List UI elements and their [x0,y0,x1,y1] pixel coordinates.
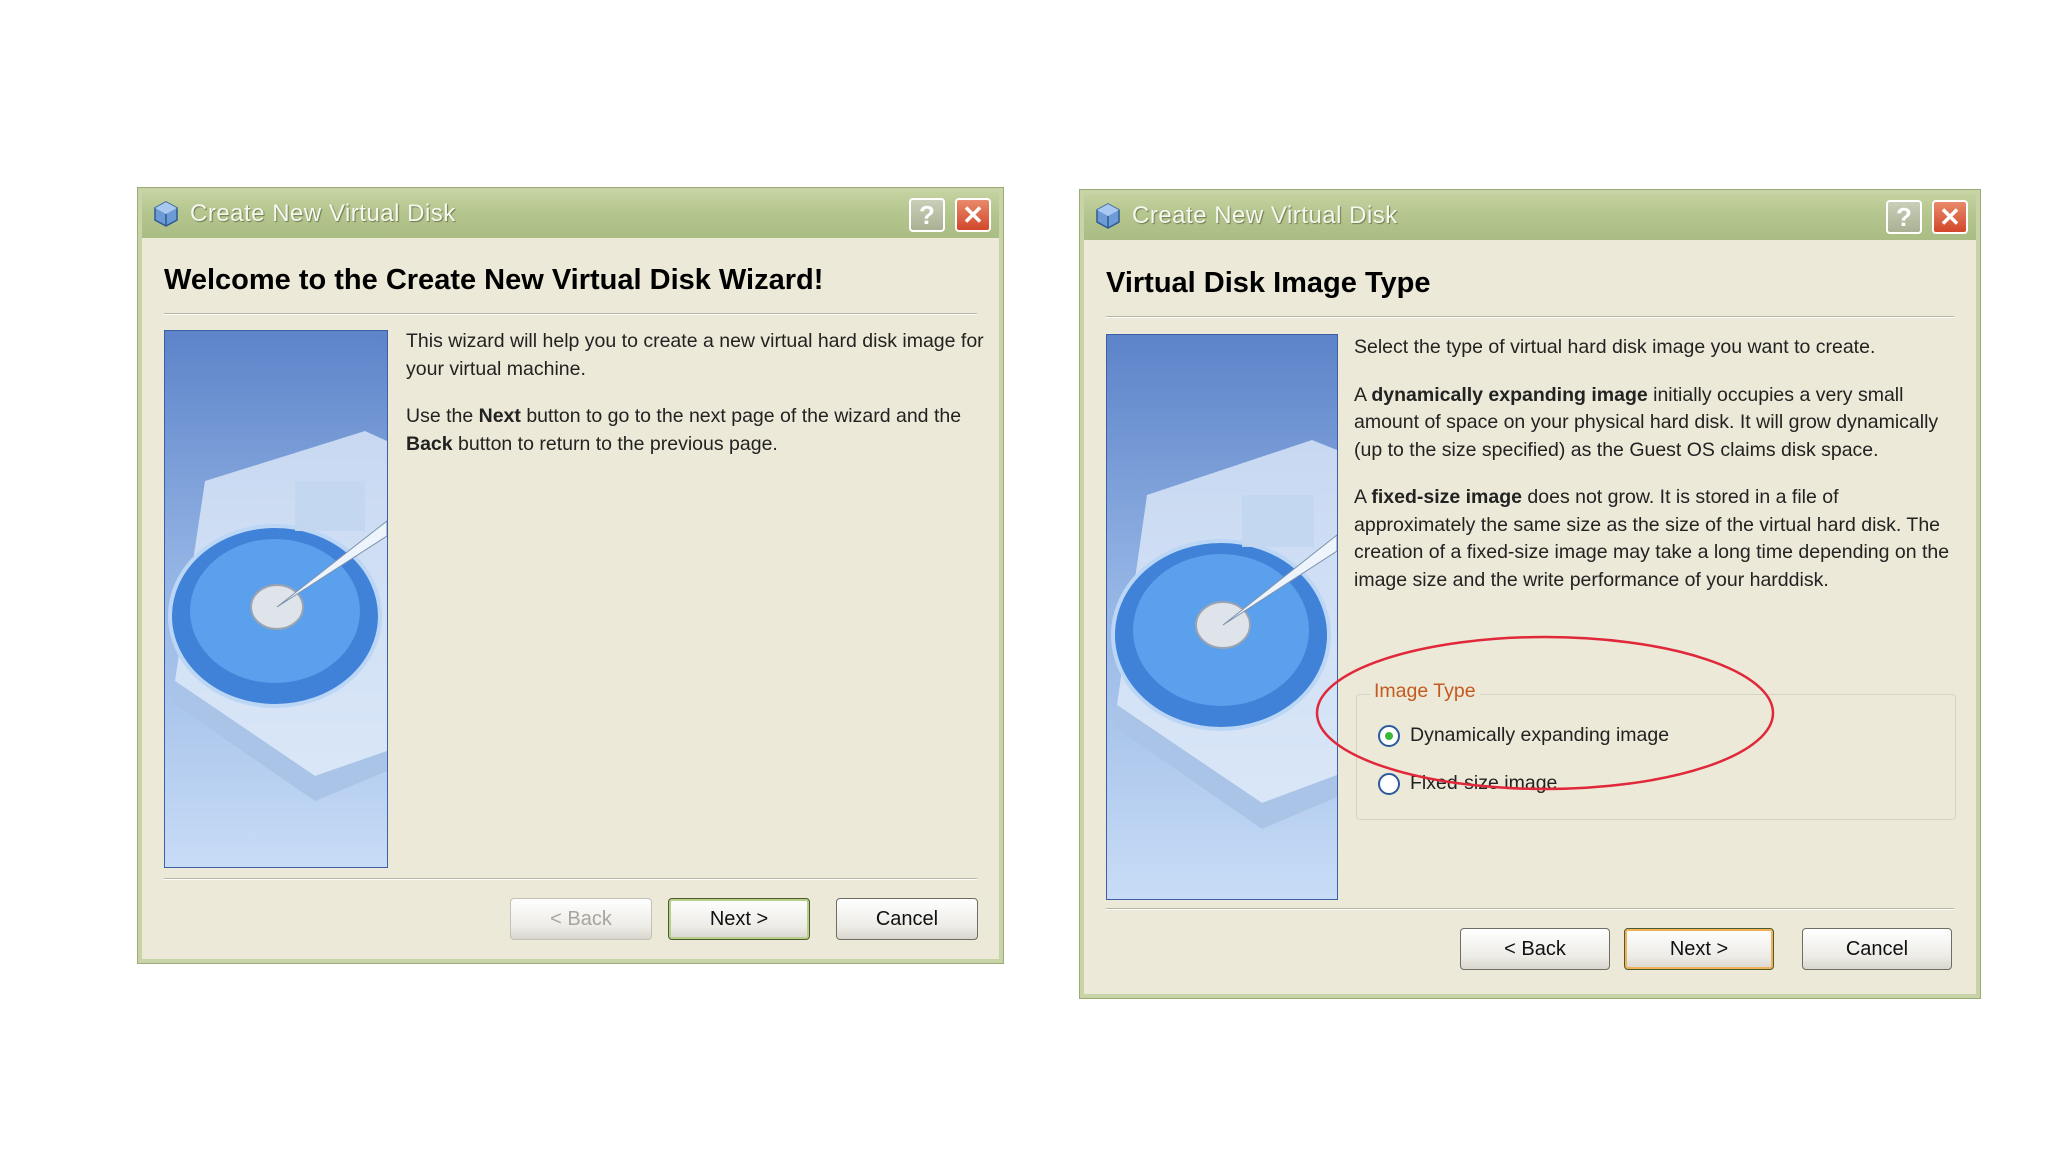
next-button[interactable]: Next > [1624,928,1774,970]
back-button[interactable]: < Back [510,898,652,940]
page-heading: Welcome to the Create New Virtual Disk W… [164,264,824,296]
back-button[interactable]: < Back [1460,928,1610,970]
hard-disk-icon [1111,440,1337,829]
footer-divider [164,878,977,880]
next-button[interactable]: Next > [668,898,810,940]
close-icon[interactable]: ✕ [955,198,991,232]
page-heading: Virtual Disk Image Type [1106,267,1431,299]
hard-disk-icon [168,431,387,801]
wizard-window-image-type: Create New Virtual Disk ? ✕ Virtual Disk… [1080,190,1980,998]
title-bar[interactable]: Create New Virtual Disk ? ✕ [1084,194,1976,240]
heading-divider [164,313,977,315]
virtualbox-cube-icon [1096,203,1120,229]
hard-disk-illustration [1106,334,1338,900]
wizard-window-welcome: Create New Virtual Disk ? ✕ Welcome to t… [138,188,1003,963]
footer-divider [1106,908,1954,910]
close-icon[interactable]: ✕ [1932,200,1968,234]
title-bar[interactable]: Create New Virtual Disk ? ✕ [142,192,999,238]
intro-paragraph: Select the type of virtual hard disk ima… [1354,336,1876,358]
dynamic-description: A dynamically expanding image initially … [1354,383,1939,461]
fixed-description: A fixed-size image does not grow. It is … [1354,486,1950,591]
instructions-paragraph: Use the Next button to go to the next pa… [406,405,962,455]
virtualbox-cube-icon [154,201,178,227]
help-icon[interactable]: ? [909,198,945,232]
cancel-button[interactable]: Cancel [1802,928,1952,970]
wizard-description: This wizard will help you to create a ne… [406,328,986,478]
annotation-ellipse [1315,635,1775,791]
window-title: Create New Virtual Disk [190,200,456,227]
help-icon[interactable]: ? [1886,200,1922,234]
heading-divider [1106,316,1954,318]
wizard-description: Select the type of virtual hard disk ima… [1354,334,1954,614]
cancel-button[interactable]: Cancel [836,898,978,940]
hard-disk-illustration [164,330,388,868]
intro-paragraph: This wizard will help you to create a ne… [406,330,984,380]
window-title: Create New Virtual Disk [1132,202,1398,229]
